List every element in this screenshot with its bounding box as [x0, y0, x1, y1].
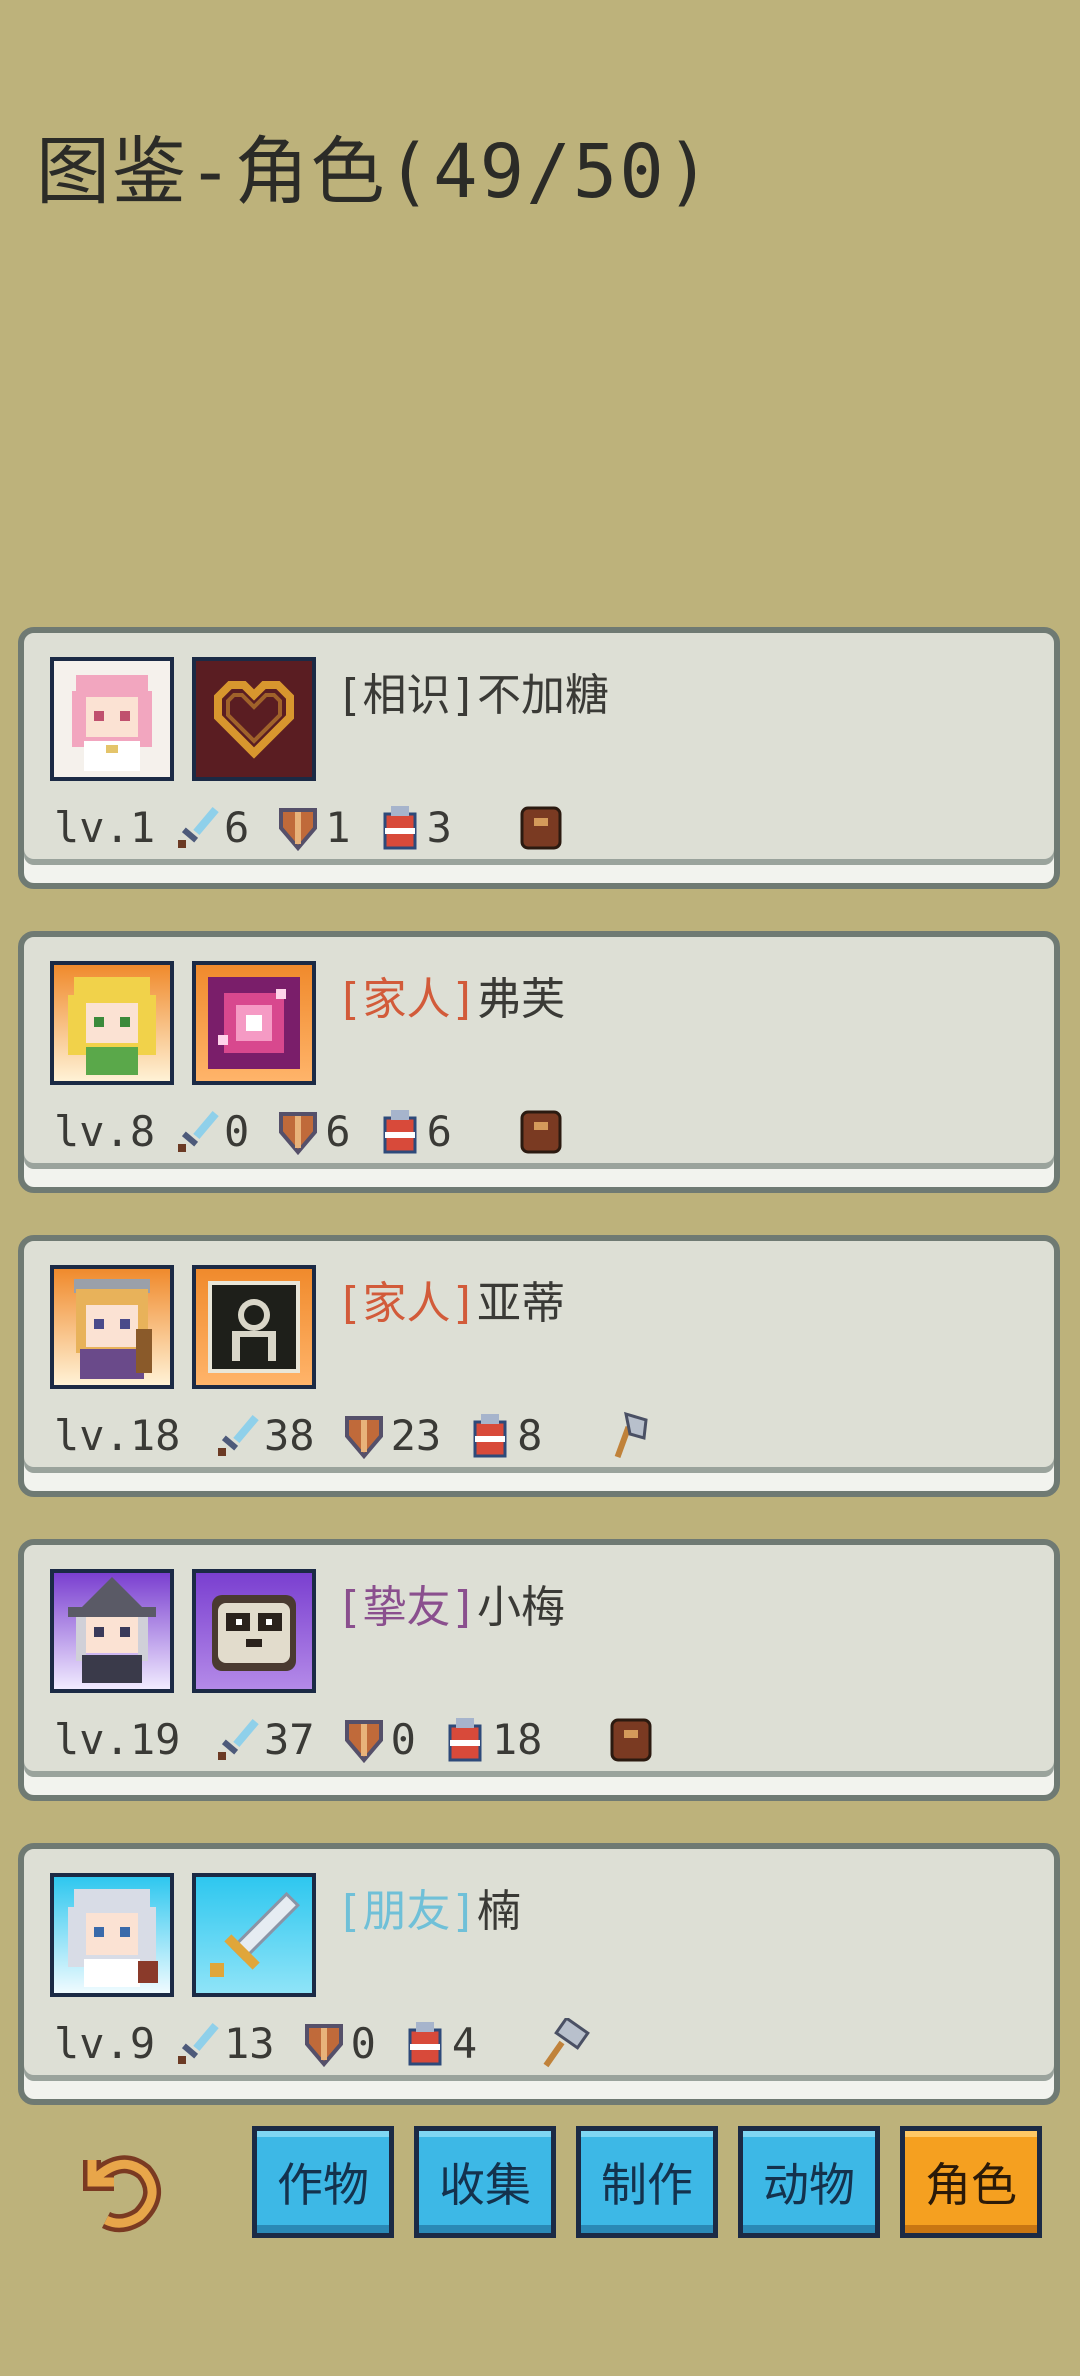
character-name: [家人]亚蒂	[336, 1267, 565, 1331]
character-name: [相识]不加糖	[336, 659, 609, 723]
attack-value: 6	[224, 802, 250, 852]
character-card[interactable]: [朋友]楠 lv.9 13 0 4	[18, 1843, 1060, 2105]
defense-value: 1	[325, 802, 351, 852]
character-portrait	[50, 961, 174, 1085]
tab-craft[interactable]: 制作	[576, 2126, 718, 2238]
sparkle-emblem-icon	[192, 961, 316, 1085]
relation-tag: [挚友]	[336, 1582, 477, 1633]
defense-value: 6	[325, 1106, 351, 1156]
back-arrow-icon[interactable]	[62, 2138, 172, 2238]
character-stats: lv.9 13 0 4	[54, 2013, 591, 2073]
attack-value: 38	[264, 1410, 315, 1460]
relation-tag: [家人]	[336, 1278, 477, 1329]
attack-value: 0	[224, 1106, 250, 1156]
character-list: [相识]不加糖 lv.1 6 1 3 [家人]弗芙 lv.8 0 6 6 [家人…	[18, 627, 1060, 2147]
axe-icon	[615, 1411, 649, 1459]
sword-icon	[178, 2022, 219, 2064]
sword-icon	[178, 1110, 219, 1152]
character-name-text: 不加糖	[476, 670, 609, 721]
potion-icon	[383, 1110, 417, 1154]
character-name: [朋友]楠	[336, 1875, 521, 1939]
tab-collect[interactable]: 收集	[414, 2126, 556, 2238]
level-label: lv.8	[54, 1106, 156, 1156]
character-portrait	[50, 1569, 174, 1693]
potion-value: 18	[491, 1714, 543, 1764]
character-name-text: 亚蒂	[476, 1278, 565, 1329]
character-stats: lv.8 0 6 6	[54, 1101, 566, 1161]
defense-value: 0	[390, 1714, 416, 1764]
character-card[interactable]: [家人]弗芙 lv.8 0 6 6	[18, 931, 1060, 1193]
level-label: lv.18	[54, 1410, 181, 1460]
character-name-text: 弗芙	[476, 974, 565, 1025]
hammer-icon	[543, 2018, 591, 2068]
character-stats: lv.19 37 0 18	[54, 1709, 656, 1769]
character-card[interactable]: [挚友]小梅 lv.19 37 0 18	[18, 1539, 1060, 1801]
relation-tag: [朋友]	[336, 1886, 477, 1937]
shield-icon	[344, 1416, 383, 1460]
character-name-text: 楠	[476, 1886, 521, 1937]
tab-animals[interactable]: 动物	[738, 2126, 880, 2238]
tab-characters[interactable]: 角色	[900, 2126, 1042, 2238]
sword-icon	[218, 1718, 259, 1760]
character-portrait	[50, 1265, 174, 1389]
character-stats: lv.18 38 23 8	[54, 1405, 656, 1465]
potion-icon	[408, 2022, 442, 2066]
level-label: lv.9	[54, 2018, 156, 2068]
sword-emblem-icon	[192, 1873, 316, 1997]
potion-value: 4	[451, 2018, 478, 2068]
level-label: lv.1	[54, 802, 156, 852]
potion-icon	[383, 806, 417, 850]
potion-value: 3	[426, 802, 452, 852]
character-stats: lv.1 6 1 3	[54, 797, 566, 857]
character-name: [家人]弗芙	[336, 963, 565, 1027]
bottom-bar: 作物 收集 制作 动物 角色	[0, 2120, 1080, 2240]
panda-emblem-icon	[192, 1569, 316, 1693]
page-title: 图鉴-角色(49/50)	[36, 129, 713, 215]
shield-icon	[279, 808, 318, 852]
shield-icon	[279, 1112, 318, 1156]
level-label: lv.19	[54, 1714, 181, 1764]
defense-value: 23	[390, 1410, 442, 1460]
bag-icon	[520, 806, 562, 850]
defense-value: 0	[350, 2018, 376, 2068]
potion-value: 8	[517, 1410, 543, 1460]
relation-tag: [相识]	[336, 670, 477, 721]
character-card[interactable]: [相识]不加糖 lv.1 6 1 3	[18, 627, 1060, 889]
attack-value: 13	[224, 2018, 275, 2068]
potion-icon	[448, 1718, 482, 1762]
bag-icon	[610, 1718, 652, 1762]
tab-crops[interactable]: 作物	[252, 2126, 394, 2238]
bag-icon	[520, 1110, 562, 1154]
relation-tag: [家人]	[336, 974, 477, 1025]
shield-icon	[344, 1720, 383, 1764]
sword-icon	[178, 806, 219, 848]
heart-emblem-icon	[192, 657, 316, 781]
character-name-text: 小梅	[476, 1582, 565, 1633]
potion-icon	[473, 1414, 507, 1458]
silhouette-emblem-icon	[192, 1265, 316, 1389]
sword-icon	[218, 1414, 259, 1456]
character-portrait	[50, 657, 174, 781]
attack-value: 37	[264, 1714, 315, 1764]
potion-value: 6	[426, 1106, 452, 1156]
character-portrait	[50, 1873, 174, 1997]
character-card[interactable]: [家人]亚蒂 lv.18 38 23 8	[18, 1235, 1060, 1497]
character-name: [挚友]小梅	[336, 1571, 565, 1635]
shield-icon	[304, 2024, 343, 2068]
